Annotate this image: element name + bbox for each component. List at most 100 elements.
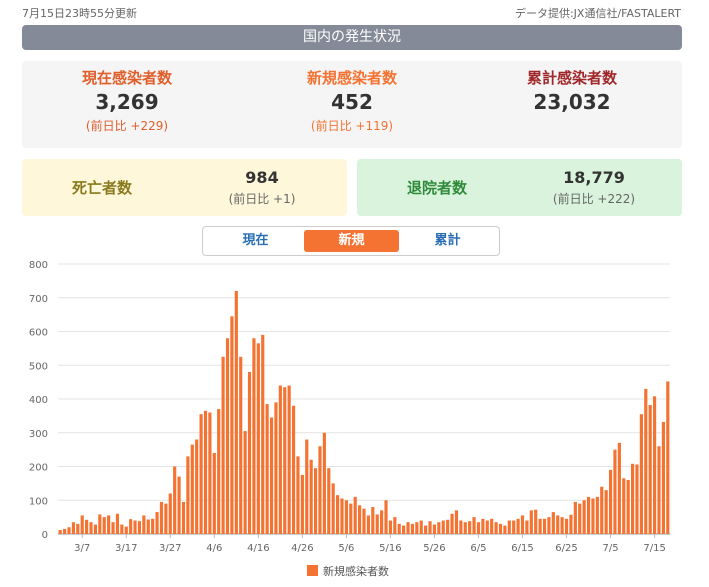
bar: [419, 520, 423, 534]
deaths-value: 984: [245, 168, 279, 187]
bar: [80, 515, 84, 534]
chart-tabs: 現在 新規 累計: [202, 226, 500, 256]
bar: [406, 522, 410, 534]
data-source: データ提供:JX通信社/FASTALERT: [514, 7, 681, 20]
legend-swatch: [307, 565, 318, 576]
bar: [424, 525, 428, 534]
new-cases-chart: 0 100 200 300 400 500 600 700 800 3/7 3/17 3/27 4/6 4…: [29, 260, 670, 554]
x-tick-label: 7/5: [603, 543, 619, 554]
bar: [335, 495, 340, 534]
bar: [120, 524, 124, 534]
bar: [512, 520, 516, 534]
bar: [481, 518, 485, 534]
bar: [300, 474, 304, 534]
stat-total-label: 累計感染者数: [526, 69, 617, 87]
stat-current-label: 現在感染者数: [81, 69, 172, 87]
bar: [529, 510, 533, 534]
bar: [71, 522, 75, 534]
bar: [371, 507, 375, 534]
bar: [107, 515, 111, 534]
bar: [313, 468, 318, 534]
stat-new-value: 452: [331, 90, 373, 114]
x-tick-label: 6/25: [555, 543, 577, 554]
bar: [617, 442, 621, 534]
bar: [564, 518, 569, 534]
tab-new[interactable]: 新規: [304, 230, 399, 252]
bar: [137, 521, 142, 534]
stat-total: 累計感染者数 23,032: [472, 67, 672, 115]
bar: [476, 522, 481, 534]
bar: [490, 518, 494, 534]
bar: [613, 449, 617, 534]
bar: [309, 459, 313, 534]
bar: [217, 409, 221, 534]
bar: [225, 338, 230, 534]
bar: [76, 523, 80, 534]
bar: [622, 478, 626, 534]
discharged-panel: 退院者数 18,779 (前日比 +222): [357, 159, 682, 216]
tab-total[interactable]: 累計: [400, 230, 495, 252]
stat-current-diff: (前日比 +229): [85, 119, 169, 133]
bar: [234, 291, 238, 534]
bar: [446, 519, 450, 534]
x-tick-label: 5/26: [423, 543, 445, 554]
bar: [639, 414, 643, 534]
bar: [516, 518, 520, 534]
x-tick-label: 4/6: [206, 543, 222, 554]
x-tick-label: 5/16: [379, 543, 401, 554]
bar: [115, 513, 120, 534]
bar: [142, 515, 146, 534]
bar: [666, 381, 670, 534]
y-tick-label: 200: [29, 463, 48, 474]
bar: [397, 523, 401, 534]
bar: [89, 522, 93, 534]
bar: [586, 496, 591, 534]
x-tick-label: 3/7: [74, 543, 90, 554]
bar: [626, 480, 630, 534]
bar: [322, 432, 326, 534]
bar: [661, 421, 665, 534]
bar: [195, 439, 199, 534]
bar: [353, 496, 357, 534]
y-tick-label: 0: [42, 530, 48, 541]
x-tick-label: 6/15: [511, 543, 533, 554]
stat-new-diff: (前日比 +119): [310, 119, 394, 133]
bar: [181, 501, 186, 534]
bar: [463, 522, 467, 534]
bar: [538, 518, 542, 534]
stat-new: 新規感染者数 452 (前日比 +119): [252, 67, 452, 137]
bar: [560, 517, 564, 534]
y-tick-label: 300: [29, 429, 48, 440]
bar: [58, 529, 62, 534]
bar: [569, 514, 573, 534]
bar: [265, 404, 269, 534]
y-tick-label: 700: [29, 294, 48, 305]
bar: [437, 522, 441, 534]
bar: [133, 520, 137, 534]
bar: [278, 385, 282, 534]
bar: [520, 515, 525, 534]
stat-total-value: 23,032: [533, 90, 611, 114]
bar: [67, 527, 71, 534]
discharged-value: 18,779: [563, 168, 625, 187]
chart-legend[interactable]: 新規感染者数: [307, 563, 389, 579]
bar: [168, 493, 172, 534]
bar: [269, 417, 274, 534]
section-title: 国内の発生状況: [22, 25, 682, 50]
bar: [630, 463, 635, 534]
bar: [468, 521, 472, 534]
bar: [63, 528, 67, 534]
bar: [600, 486, 604, 534]
tab-current[interactable]: 現在: [208, 230, 303, 252]
stat-current-value: 3,269: [95, 90, 159, 114]
bar: [221, 356, 225, 534]
y-tick-label: 600: [29, 328, 48, 339]
bar: [472, 517, 476, 534]
bar: [582, 500, 586, 534]
bar: [494, 522, 498, 534]
bar: [415, 522, 419, 534]
deaths-label: 死亡者数: [72, 179, 133, 197]
bar: [85, 519, 89, 534]
bar: [291, 405, 296, 534]
bar: [358, 505, 362, 534]
